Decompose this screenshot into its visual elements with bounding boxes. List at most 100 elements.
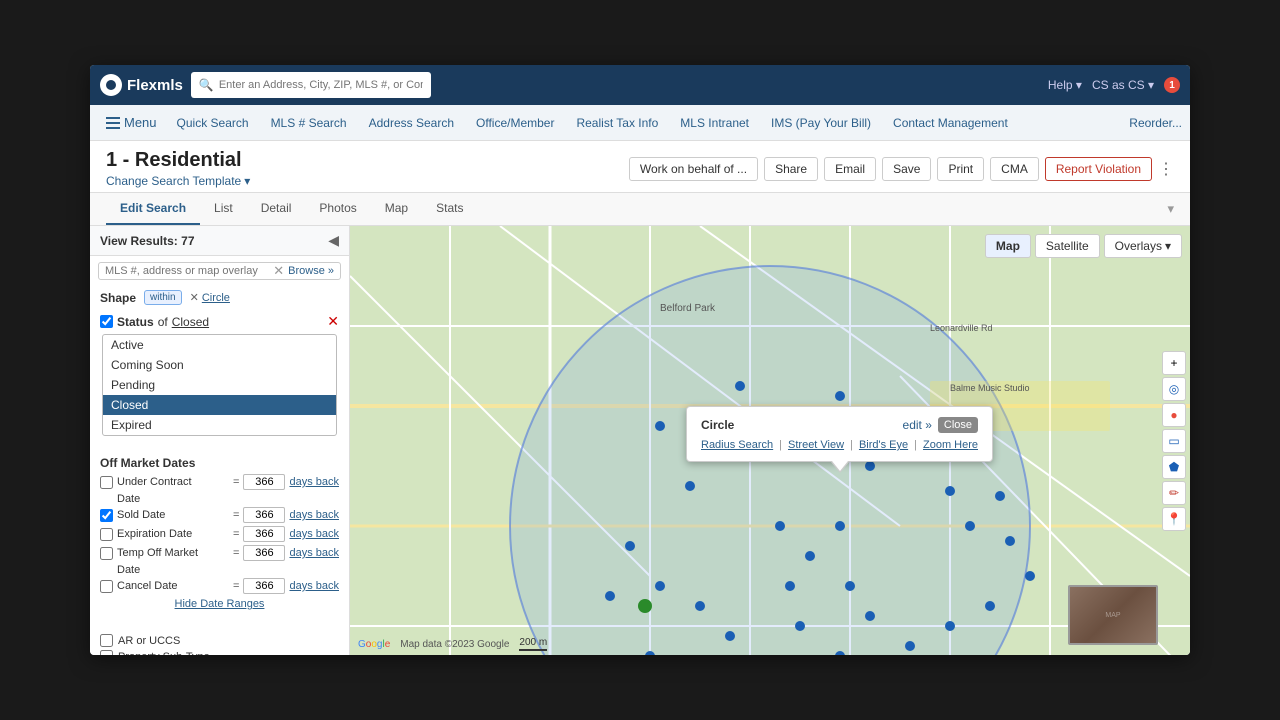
change-template-link[interactable]: Change Search Template ▾ — [106, 174, 250, 188]
property-subtype-checkbox[interactable] — [100, 650, 113, 655]
nav-right: Help ▾ CS as CS ▾ 1 — [1048, 77, 1180, 93]
birds-eye-link[interactable]: Bird's Eye — [859, 439, 908, 451]
menu-item-realist-tax-info[interactable]: Realist Tax Info — [566, 112, 668, 134]
date-label-2: Date — [100, 564, 339, 578]
under-contract-row: Under Contract = days back — [100, 474, 339, 490]
work-on-behalf-button[interactable]: Work on behalf of ... — [629, 157, 758, 181]
radius-search-link[interactable]: Radius Search — [701, 439, 773, 451]
notification-badge[interactable]: 1 — [1164, 77, 1180, 93]
mls-search-clear-icon[interactable]: ✕ — [273, 263, 284, 279]
zoom-here-link[interactable]: Zoom Here — [923, 439, 978, 451]
status-option-coming-soon[interactable]: Coming Soon — [103, 355, 336, 375]
map-polygon-tool-button[interactable]: ⬟ — [1162, 455, 1186, 479]
email-button[interactable]: Email — [824, 157, 876, 181]
menu-item-mls-intranet[interactable]: MLS Intranet — [670, 112, 759, 134]
expiration-date-label: Expiration Date — [117, 528, 229, 540]
map-controls: Map Satellite Overlays ▾ — [985, 234, 1182, 258]
view-results-count: View Results: 77 — [100, 234, 195, 248]
mls-search-input[interactable] — [105, 265, 269, 277]
main-content: View Results: 77 ◀ ✕ Browse » Shape with… — [90, 226, 1190, 655]
map-location-button[interactable]: ◎ — [1162, 377, 1186, 401]
more-actions-icon[interactable]: ⋮ — [1158, 159, 1174, 179]
sold-date-label: Sold Date — [117, 509, 229, 521]
panel-collapse-button[interactable]: ◀ — [328, 232, 339, 249]
expiration-date-value[interactable] — [243, 526, 285, 542]
tab-detail[interactable]: Detail — [247, 193, 306, 225]
status-option-expired[interactable]: Expired — [103, 415, 336, 435]
status-clear-button[interactable]: ✕ — [327, 313, 339, 330]
menu-item-contact-management[interactable]: Contact Management — [883, 112, 1018, 134]
status-option-closed[interactable]: Closed — [103, 395, 336, 415]
status-option-active[interactable]: Active — [103, 335, 336, 355]
map-pin-tool-button[interactable]: 📍 — [1162, 507, 1186, 531]
tab-bar: Edit Search List Detail Photos Map Stats… — [90, 193, 1190, 226]
sold-date-value[interactable] — [243, 507, 285, 523]
menu-item-office-member[interactable]: Office/Member — [466, 112, 564, 134]
menu-bar: Menu Quick Search MLS # Search Address S… — [90, 105, 1190, 141]
off-market-title: Off Market Dates — [100, 456, 339, 470]
circle-remove-icon[interactable]: ✕ — [190, 291, 199, 304]
menu-item-quick-search[interactable]: Quick Search — [167, 112, 259, 134]
menu-item-ims[interactable]: IMS (Pay Your Bill) — [761, 112, 881, 134]
sold-date-checkbox[interactable] — [100, 509, 113, 522]
filter-row-property-subtype: Property Sub-Type — [100, 650, 339, 655]
page-title-area: 1 - Residential Change Search Template ▾ — [106, 149, 250, 188]
mls-search-bar[interactable]: ✕ Browse » — [98, 262, 341, 280]
under-contract-days[interactable]: days back — [289, 476, 339, 488]
satellite-view-button[interactable]: Satellite — [1035, 234, 1100, 258]
page-title: 1 - Residential — [106, 149, 250, 172]
menu-item-address-search[interactable]: Address Search — [359, 112, 464, 134]
tab-collapse-arrow[interactable]: ▾ — [1167, 201, 1174, 217]
tab-photos[interactable]: Photos — [305, 193, 370, 225]
tab-map[interactable]: Map — [371, 193, 422, 225]
under-contract-value[interactable] — [243, 474, 285, 490]
map-area: Map Satellite Overlays ▾ — [350, 226, 1190, 655]
browse-link[interactable]: Browse » — [288, 265, 334, 277]
ar-uccs-checkbox[interactable] — [100, 634, 113, 647]
status-option-pending[interactable]: Pending — [103, 375, 336, 395]
sold-date-days[interactable]: days back — [289, 509, 339, 521]
print-button[interactable]: Print — [937, 157, 984, 181]
hamburger-menu[interactable]: Menu — [98, 111, 165, 134]
share-button[interactable]: Share — [764, 157, 818, 181]
save-button[interactable]: Save — [882, 157, 931, 181]
cancel-date-checkbox[interactable] — [100, 580, 113, 593]
under-contract-checkbox[interactable] — [100, 476, 113, 489]
expiration-date-days[interactable]: days back — [289, 528, 339, 540]
status-section: Status of Closed ✕ Active Coming Soon Pe… — [90, 309, 349, 440]
circle-tag: ✕ Circle — [190, 291, 230, 304]
temp-off-market-value[interactable] — [243, 545, 285, 561]
help-button[interactable]: Help ▾ — [1048, 78, 1082, 92]
tab-list[interactable]: List — [200, 193, 247, 225]
global-search-bar[interactable]: 🔍 — [191, 72, 431, 98]
map-circle-tool-button[interactable]: ● — [1162, 403, 1186, 427]
circle-label[interactable]: Circle — [202, 292, 230, 304]
expiration-date-checkbox[interactable] — [100, 528, 113, 541]
street-view-link[interactable]: Street View — [788, 439, 844, 451]
cancel-date-days[interactable]: days back — [289, 580, 339, 592]
temp-off-market-days[interactable]: days back — [289, 547, 339, 559]
overlays-button[interactable]: Overlays ▾ — [1104, 234, 1182, 258]
temp-off-market-checkbox[interactable] — [100, 547, 113, 560]
popup-close-button[interactable]: Close — [938, 417, 978, 433]
status-dropdown: Active Coming Soon Pending Closed Expire… — [102, 334, 337, 436]
status-checkbox[interactable] — [100, 315, 113, 328]
report-violation-button[interactable]: Report Violation — [1045, 157, 1152, 181]
global-search-input[interactable] — [219, 79, 423, 91]
tab-edit-search[interactable]: Edit Search — [106, 193, 200, 225]
date-label-1: Date — [100, 493, 339, 507]
popup-edit-link[interactable]: edit » — [903, 418, 932, 432]
map-view-button[interactable]: Map — [985, 234, 1031, 258]
under-contract-label: Under Contract — [117, 476, 229, 488]
shape-row: Shape within ✕ Circle — [90, 286, 349, 309]
user-menu-button[interactable]: CS as CS ▾ — [1092, 78, 1154, 92]
hide-date-ranges-link[interactable]: Hide Date Ranges — [100, 598, 339, 610]
reorder-button[interactable]: Reorder... — [1129, 116, 1182, 130]
menu-item-mls-search[interactable]: MLS # Search — [261, 112, 357, 134]
map-rectangle-tool-button[interactable]: ▭ — [1162, 429, 1186, 453]
map-pencil-tool-button[interactable]: ✏ — [1162, 481, 1186, 505]
cma-button[interactable]: CMA — [990, 157, 1039, 181]
map-zoom-in-button[interactable]: + — [1162, 351, 1186, 375]
cancel-date-value[interactable] — [243, 578, 285, 594]
tab-stats[interactable]: Stats — [422, 193, 477, 225]
